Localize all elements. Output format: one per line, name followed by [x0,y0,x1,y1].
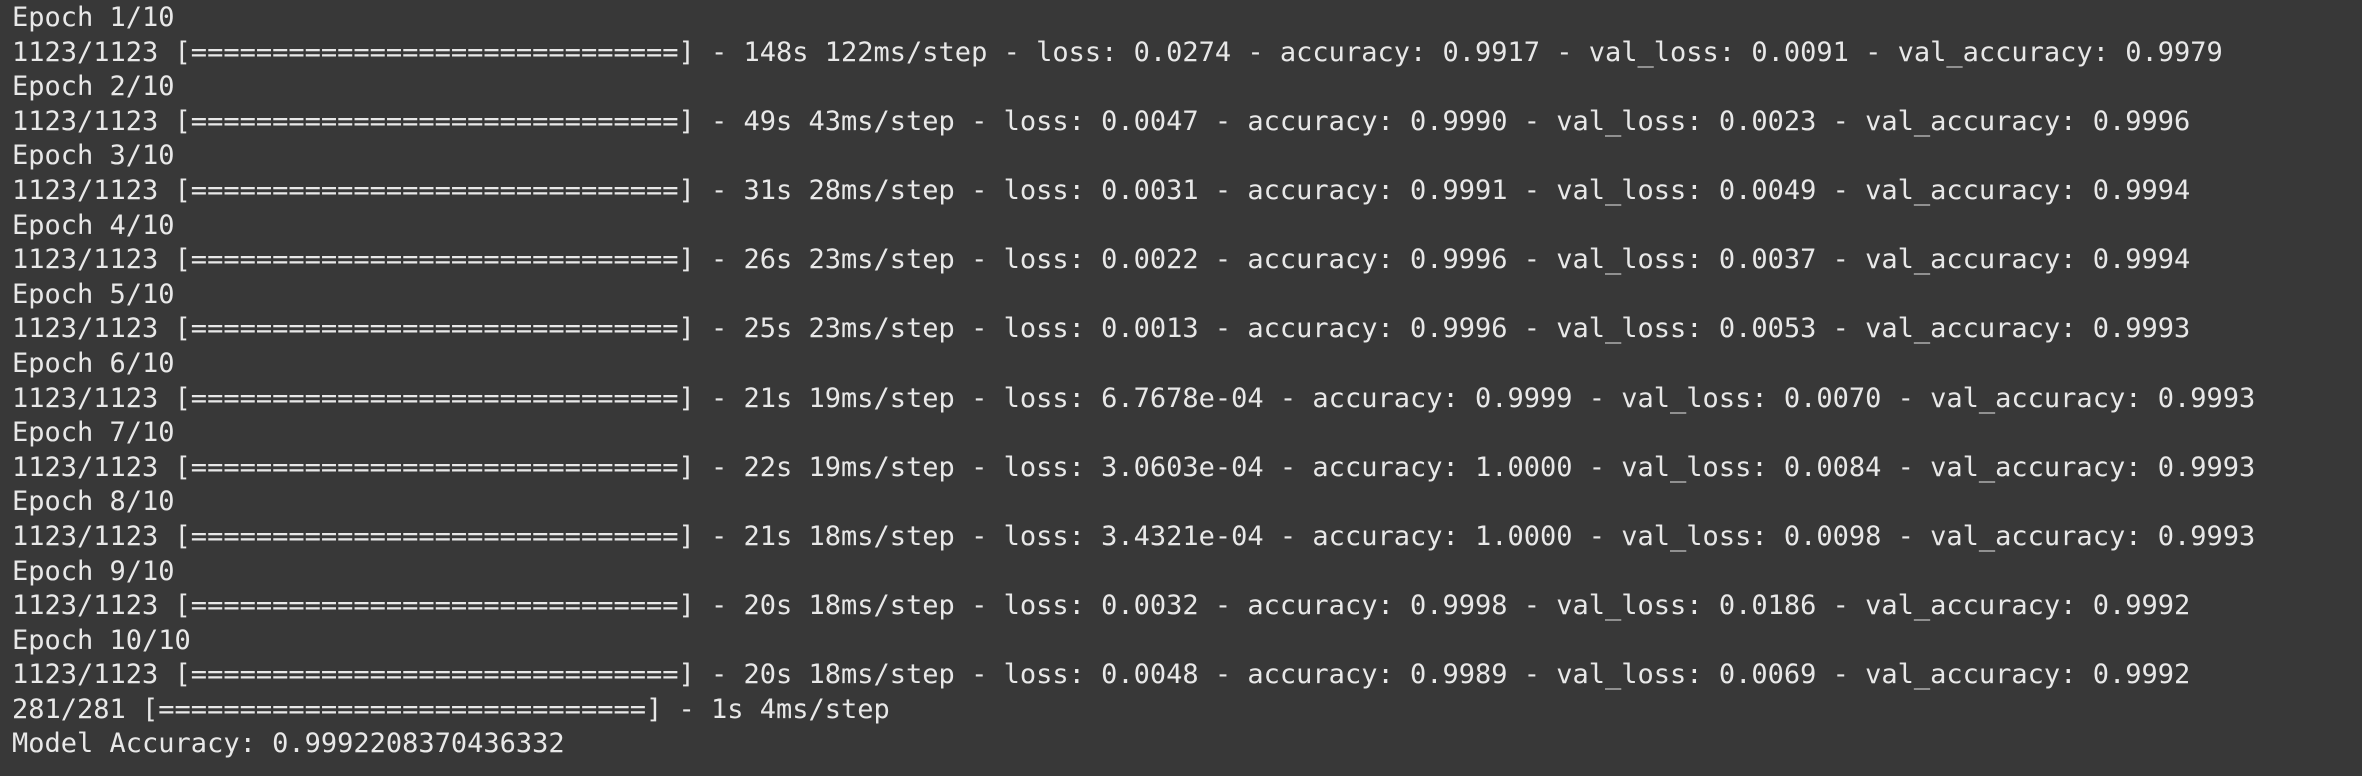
epoch-progress-line: 1123/1123 [=============================… [12,174,2191,206]
epoch-header: Epoch 6/10 [12,347,175,379]
epoch-header: Epoch 1/10 [12,2,175,33]
terminal-output: Epoch 1/10 1123/1123 [==================… [0,1,2362,776]
epoch-progress-line: 1123/1123 [=============================… [12,382,2256,414]
epoch-progress-line: 1123/1123 [=============================… [12,244,2191,276]
epoch-header: Epoch 7/10 [12,417,175,449]
epoch-progress-line: 1123/1123 [=============================… [12,313,2191,345]
epoch-header: Epoch 4/10 [12,209,175,241]
epoch-progress-line: 1123/1123 [=============================… [12,36,2223,68]
epoch-progress-line: 1123/1123 [=============================… [12,659,2191,691]
epoch-header: Epoch 2/10 [12,71,175,103]
epoch-progress-line: 1123/1123 [=============================… [12,105,2191,137]
epoch-header: Epoch 10/10 [12,624,191,656]
evaluation-progress-line: 281/281 [==============================]… [12,693,890,725]
epoch-progress-line: 1123/1123 [=============================… [12,590,2191,622]
epoch-header: Epoch 8/10 [12,486,175,518]
epoch-progress-line: 1123/1123 [=============================… [12,520,2256,552]
epoch-header: Epoch 5/10 [12,278,175,310]
model-accuracy-line: Model Accuracy: 0.9992208370436332 [12,728,565,760]
epoch-progress-line: 1123/1123 [=============================… [12,451,2256,483]
epoch-header: Epoch 3/10 [12,140,175,172]
epoch-header: Epoch 9/10 [12,555,175,587]
